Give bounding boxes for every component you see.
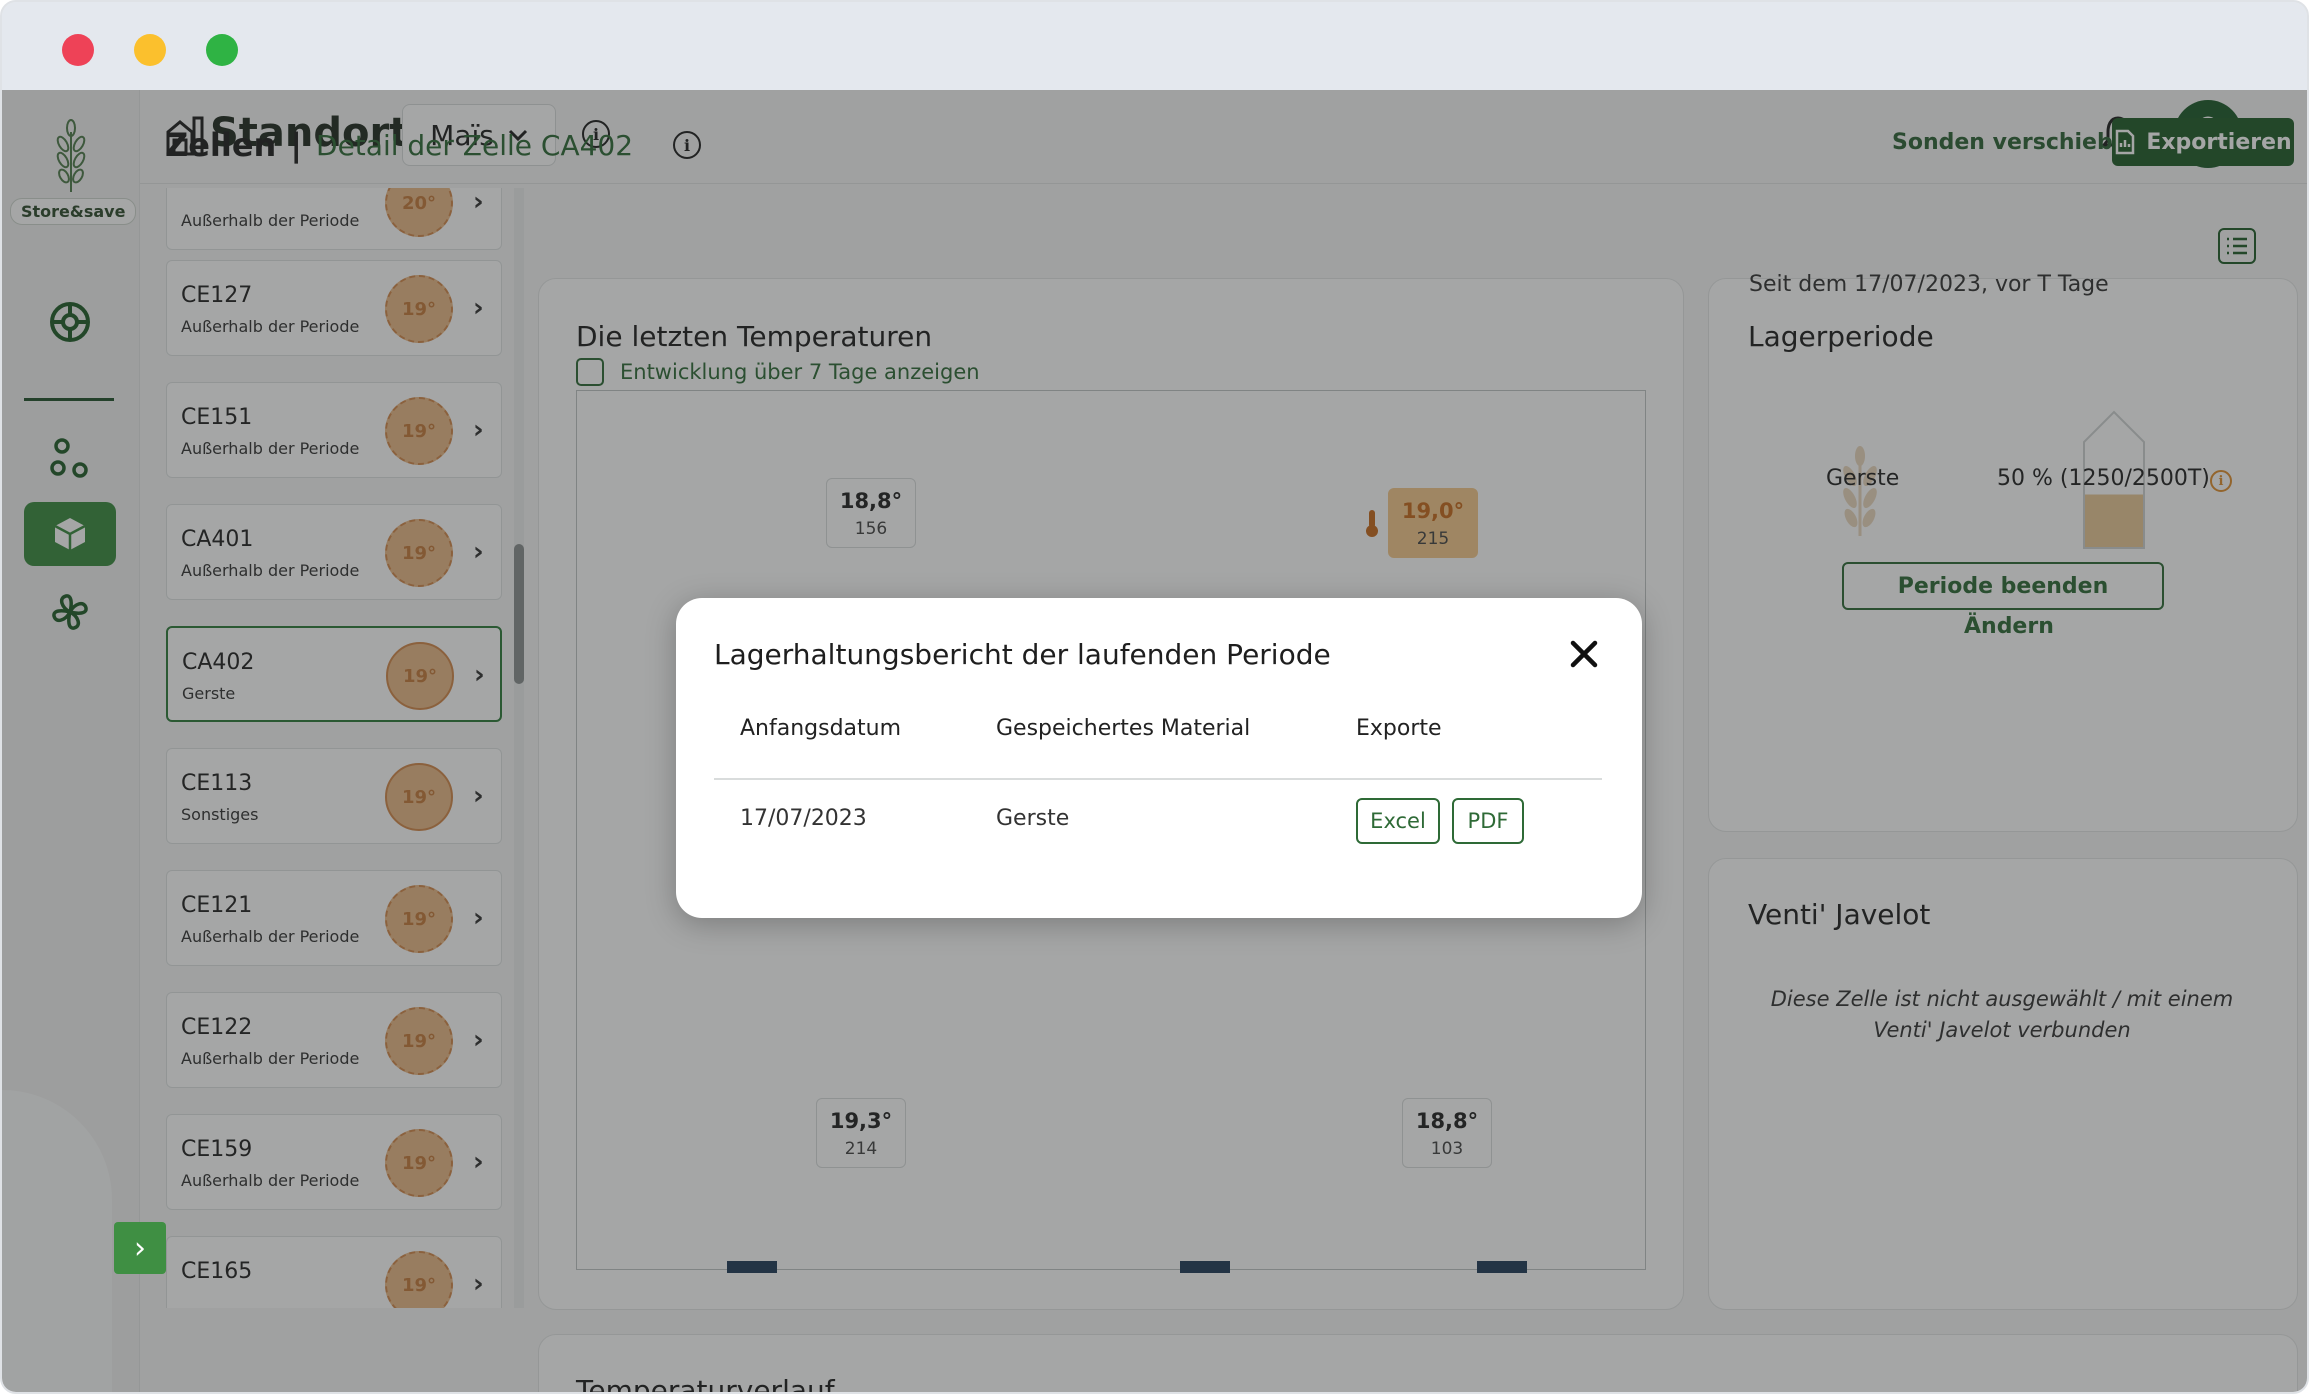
close-modal-button[interactable] xyxy=(1564,634,1604,674)
minimize-window-button[interactable] xyxy=(134,34,166,66)
expand-sidebar-button[interactable]: › xyxy=(114,1222,166,1274)
app-window: Store&save Standort: Maïs i Zellen | Det… xyxy=(0,0,2309,1394)
row-start-date: 17/07/2023 xyxy=(740,806,867,831)
column-header-material: Gespeichertes Material xyxy=(996,716,1251,741)
export-excel-button[interactable]: Excel xyxy=(1356,798,1440,844)
maximize-window-button[interactable] xyxy=(206,34,238,66)
export-pdf-button[interactable]: PDF xyxy=(1452,798,1524,844)
row-material: Gerste xyxy=(996,806,1070,831)
column-header-start-date: Anfangsdatum xyxy=(740,716,902,741)
close-window-button[interactable] xyxy=(62,34,94,66)
modal-title: Lagerhaltungsbericht der laufenden Perio… xyxy=(714,638,1331,671)
column-header-exports: Exporte xyxy=(1356,716,1442,741)
report-modal: Lagerhaltungsbericht der laufenden Perio… xyxy=(676,598,1642,918)
close-icon xyxy=(1570,640,1598,668)
title-bar xyxy=(2,2,2307,90)
table-divider xyxy=(714,778,1602,780)
